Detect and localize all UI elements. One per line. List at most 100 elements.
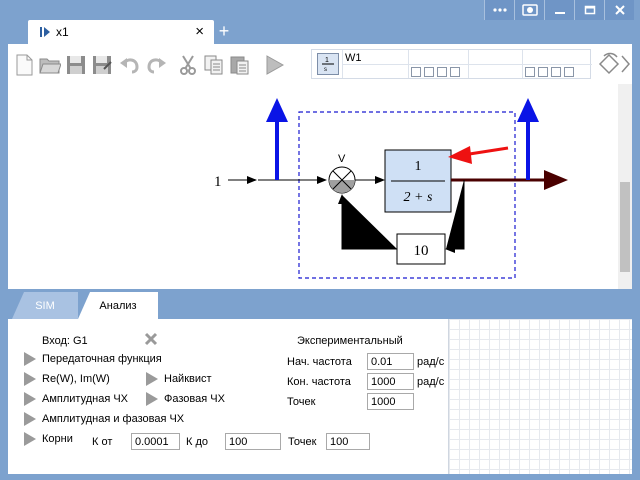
vertical-scrollbar[interactable] — [618, 84, 632, 289]
panel-tabs: SIM Анализ — [8, 289, 632, 319]
window-controls — [484, 0, 634, 20]
block-slot[interactable] — [564, 67, 574, 77]
summing-junction[interactable] — [328, 166, 356, 194]
scrollbar-thumb[interactable] — [620, 182, 630, 272]
gain-value: 10 — [414, 243, 429, 259]
maximize-button[interactable] — [574, 0, 604, 20]
play-icon — [24, 412, 36, 426]
cut-icon — [180, 55, 196, 75]
block-slot[interactable] — [437, 67, 447, 77]
blue-arrowhead — [266, 98, 288, 122]
close-tab-icon[interactable]: × — [195, 24, 204, 39]
roots-points-input[interactable] — [326, 433, 370, 450]
copy-button[interactable] — [202, 53, 226, 77]
start-freq-input[interactable] — [367, 353, 414, 370]
undo-button[interactable] — [118, 53, 142, 77]
open-folder-icon — [39, 58, 61, 74]
document-tab[interactable]: x1 × — [28, 20, 214, 44]
clear-input-button[interactable] — [144, 332, 158, 349]
close-window-button[interactable] — [604, 0, 634, 20]
block-label: W1 — [345, 52, 362, 64]
input-label: Вход: G1 — [42, 335, 88, 347]
rotate-icon — [598, 52, 630, 75]
experimental-label: Экспериментальный — [297, 335, 403, 347]
clear-icon — [144, 332, 158, 346]
document-tab-title: x1 — [56, 25, 69, 39]
document-icon — [40, 27, 50, 37]
block-slot[interactable] — [525, 67, 535, 77]
rotate-button[interactable] — [596, 51, 630, 77]
close-icon — [614, 5, 625, 15]
transfer-function-icon: 1s — [322, 57, 334, 72]
redo-icon — [147, 58, 166, 74]
tf-denominator: 2 + s — [404, 190, 433, 205]
points-label: Точек — [287, 396, 316, 408]
minimize-icon — [554, 12, 565, 14]
phase-label: Фазовая ЧХ — [164, 393, 225, 405]
run-icon — [266, 55, 284, 75]
open-button[interactable] — [38, 53, 62, 77]
bottom-panel: SIM Анализ Вход: G1 Экспериментальный Пе… — [8, 289, 632, 474]
tab-sim[interactable]: SIM — [12, 292, 78, 319]
analysis-panel: Вход: G1 Экспериментальный Передаточная … — [8, 319, 632, 474]
diagram-canvas[interactable]: 1 V 1 2 + s 10 — [8, 84, 632, 289]
copy-icon — [204, 55, 223, 75]
capture-icon — [521, 4, 538, 16]
nyquist-label: Найквист — [164, 373, 212, 385]
sum-sign: V — [338, 153, 346, 165]
new-file-button[interactable] — [12, 53, 36, 77]
dots-icon — [492, 8, 507, 12]
cut-button[interactable] — [176, 53, 200, 77]
window-menu-button[interactable] — [484, 0, 514, 20]
block-slot[interactable] — [424, 67, 434, 77]
nyquist-run[interactable]: Найквист — [146, 371, 212, 387]
amp-phase-run[interactable]: Амплитудная и фазовая ЧХ — [24, 411, 184, 427]
transfer-function-label: Передаточная функция — [42, 353, 162, 365]
k-from-input[interactable] — [131, 433, 180, 450]
play-icon — [24, 352, 36, 366]
blue-arrowhead — [517, 98, 539, 122]
save-as-button[interactable] — [90, 53, 114, 77]
block-slot[interactable] — [450, 67, 460, 77]
start-freq-unit: рад/с — [417, 356, 445, 368]
svg-text:1: 1 — [325, 57, 329, 64]
transfer-function-button[interactable]: 1s — [317, 53, 339, 75]
end-freq-label: Кон. частота — [287, 376, 351, 388]
transfer-function-run[interactable]: Передаточная функция — [24, 351, 162, 367]
block-slot[interactable] — [538, 67, 548, 77]
new-tab-button[interactable]: + — [214, 20, 234, 42]
play-icon — [146, 372, 158, 386]
phase-run[interactable]: Фазовая ЧХ — [146, 391, 225, 407]
points-input[interactable] — [367, 393, 414, 410]
roots-label: Корни — [42, 433, 73, 445]
amplitude-run[interactable]: Амплитудная ЧХ — [24, 391, 128, 407]
save-icon — [67, 56, 85, 74]
analysis-form: Вход: G1 Экспериментальный Передаточная … — [8, 319, 446, 474]
play-icon — [24, 372, 36, 386]
re-im-run[interactable]: Re(W), Im(W) — [24, 371, 110, 387]
paste-button[interactable] — [228, 53, 252, 77]
redo-button[interactable] — [144, 53, 168, 77]
run-button[interactable] — [262, 53, 286, 77]
output-arrowhead — [544, 170, 568, 190]
tab-analysis[interactable]: Анализ — [78, 292, 158, 319]
start-freq-label: Нач. частота — [287, 356, 352, 368]
roots-run[interactable]: Корни — [24, 431, 73, 447]
main-area: 1s W1 1 V 1 2 + s 10 SIM Анализ Вход: G1… — [8, 44, 632, 474]
paste-icon — [230, 56, 249, 75]
amplitude-label: Амплитудная ЧХ — [42, 393, 129, 405]
amp-phase-label: Амплитудная и фазовая ЧХ — [42, 413, 185, 425]
divider — [342, 64, 592, 65]
save-button[interactable] — [64, 53, 88, 77]
k-to-input[interactable] — [225, 433, 281, 450]
document-tab-strip: x1 × + — [8, 20, 632, 44]
capture-button[interactable] — [514, 0, 544, 20]
plot-area[interactable] — [448, 319, 632, 474]
end-freq-input[interactable] — [367, 373, 414, 390]
svg-text:s: s — [324, 67, 327, 72]
input-value: 1 — [214, 174, 222, 190]
block-slot[interactable] — [551, 67, 561, 77]
block-slot[interactable] — [411, 67, 421, 77]
undo-icon — [120, 58, 139, 74]
minimize-button[interactable] — [544, 0, 574, 20]
